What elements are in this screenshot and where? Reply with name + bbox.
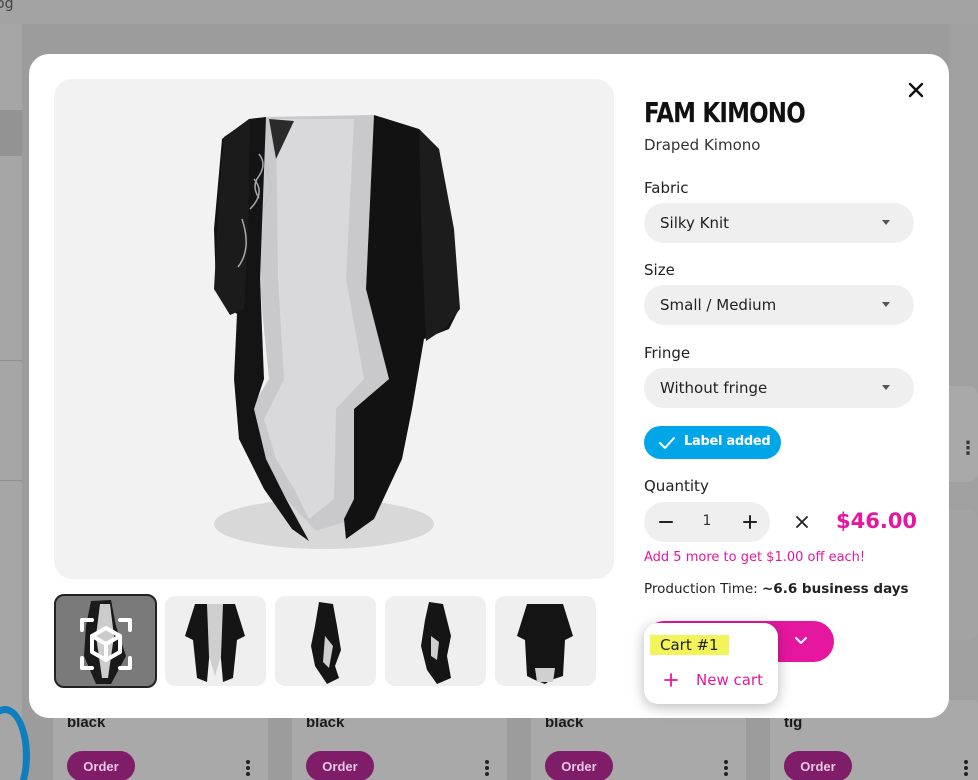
check-icon (659, 437, 675, 449)
background-order-button: Order (306, 751, 374, 780)
background-kebab-icon (724, 760, 728, 778)
thumbnail-strip (54, 594, 614, 688)
bulk-discount-note: Add 5 more to get $1.00 off each! (644, 550, 866, 565)
background-kebab-icon: ⋮ (959, 440, 977, 458)
background-kebab-icon (485, 760, 489, 778)
fringe-label: Fringe (644, 344, 691, 362)
thumbnail-front-view[interactable] (165, 596, 266, 686)
size-label: Size (644, 261, 675, 279)
price: $46.00 (836, 509, 918, 533)
clear-quantity-icon[interactable] (794, 514, 810, 530)
thumbnail-side-view[interactable] (275, 596, 376, 686)
quantity-stepper: 1 (644, 502, 770, 542)
cart-dropdown-menu: Cart #1 New cart (644, 623, 778, 704)
new-cart-option[interactable]: New cart (664, 669, 774, 691)
size-select[interactable]: Small / Medium (644, 285, 914, 325)
production-time: Production Time: ~6.6 business days (644, 581, 909, 597)
caret-down-icon (882, 385, 890, 390)
thumbnail-side-view-2[interactable] (385, 596, 486, 686)
background-order-button: Order (67, 751, 135, 780)
background-top-text: og (0, 0, 14, 12)
background-kebab-icon (246, 760, 250, 778)
background-order-button: Order (545, 751, 613, 780)
quantity-label: Quantity (644, 477, 709, 495)
thumbnail-back-view[interactable] (495, 596, 596, 686)
background-divider (0, 360, 22, 361)
caret-down-icon (882, 220, 890, 225)
fringe-select[interactable]: Without fringe (644, 368, 914, 408)
thumbnail-image (311, 602, 341, 684)
background-kebab-icon (964, 760, 968, 778)
fabric-select[interactable]: Silky Knit (644, 203, 914, 243)
caret-down-icon (882, 302, 890, 307)
thumbnail-image (185, 604, 245, 682)
label-chip-text: Label added (684, 434, 771, 449)
label-added-chip[interactable]: Label added (644, 426, 781, 459)
background-divider (0, 480, 22, 481)
background-topbar: og (0, 0, 978, 24)
background-sidebar-active (0, 110, 22, 156)
production-time-label: Production Time: (644, 581, 758, 597)
product-title: FAM KIMONO (644, 96, 806, 129)
plus-icon[interactable] (740, 512, 760, 532)
fabric-label: Fabric (644, 179, 689, 197)
chevron-down-icon[interactable] (794, 635, 808, 647)
product-subtitle: Draped Kimono (644, 136, 761, 154)
plus-icon (664, 673, 678, 687)
size-value: Small / Medium (660, 296, 777, 314)
cart-option-1[interactable]: Cart #1 (650, 635, 729, 655)
minus-icon[interactable] (656, 512, 676, 532)
thumbnail-ar-view[interactable] (54, 594, 157, 688)
ar-cube-icon (80, 618, 132, 670)
thumbnail-image (517, 604, 573, 684)
background-order-button: Order (784, 751, 852, 780)
fabric-value: Silky Knit (660, 214, 730, 232)
new-cart-label: New cart (696, 671, 763, 689)
product-main-image (54, 79, 614, 579)
thumbnail-image (421, 602, 451, 684)
close-icon[interactable] (902, 76, 930, 104)
background-sidebar (0, 24, 22, 780)
production-time-value: ~6.6 business days (762, 581, 909, 597)
fringe-value: Without fringe (660, 379, 768, 397)
background-ring (0, 706, 30, 780)
quantity-value[interactable]: 1 (696, 513, 718, 529)
product-modal: FAM KIMONO Draped Kimono Fabric Silky Kn… (29, 54, 949, 718)
kimono-image (214, 115, 460, 549)
